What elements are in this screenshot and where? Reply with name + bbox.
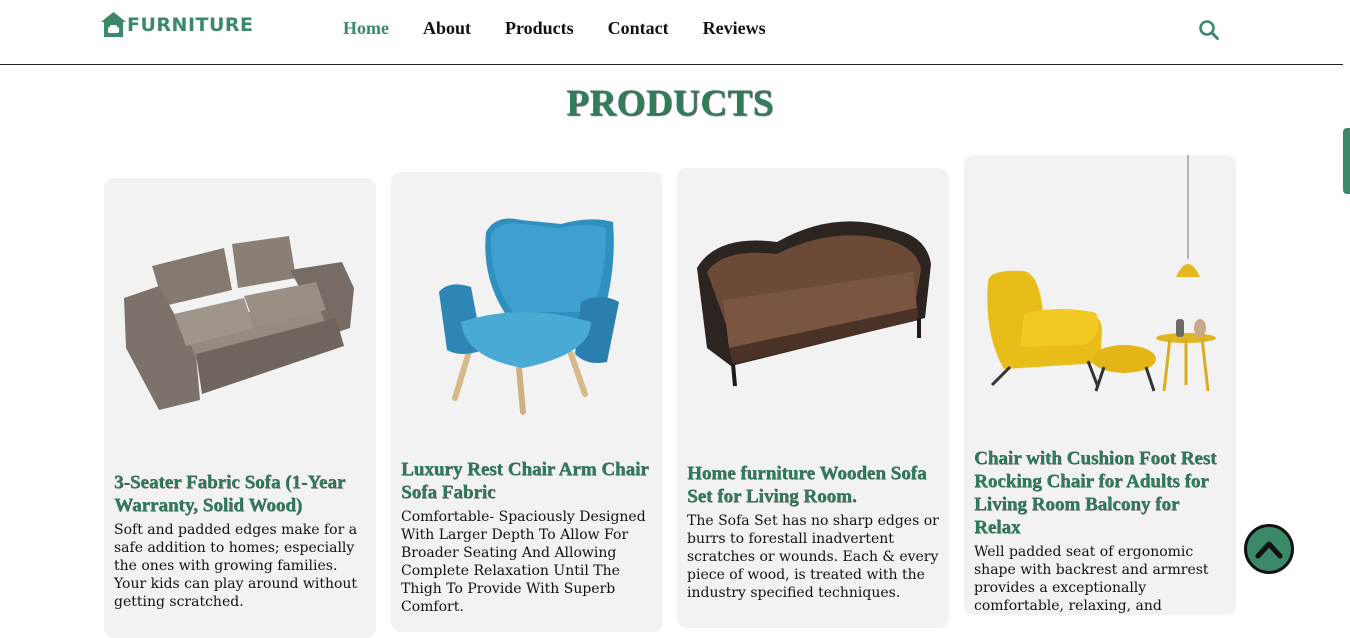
nav-home[interactable]: Home [343, 18, 389, 39]
brand-logo[interactable]: FURNITURE [100, 11, 254, 38]
nav-reviews[interactable]: Reviews [703, 18, 766, 39]
product-title: 3-Seater Fabric Sofa (1-Year Warranty, S… [114, 472, 345, 516]
product-image-yellow-chair [964, 155, 1236, 425]
product-image-brown-sofa [677, 168, 949, 438]
product-card[interactable]: 3-Seater Fabric Sofa (1-Year Warranty, S… [104, 178, 376, 638]
product-image-blue-armchair [391, 172, 663, 442]
product-card[interactable]: Chair with Cushion Foot Rest Rocking Cha… [964, 155, 1236, 615]
product-image-grey-sofa [104, 178, 376, 448]
search-icon[interactable] [1198, 19, 1220, 45]
product-description: Comfortable- Spaciously Designed With La… [401, 509, 646, 615]
section-title: PRODUCTS [566, 83, 774, 124]
product-description: Well padded seat of ergonomic shape with… [974, 544, 1209, 614]
nav-products[interactable]: Products [505, 18, 574, 39]
product-title: Home furniture Wooden Sofa Set for Livin… [687, 463, 927, 507]
house-icon [101, 12, 126, 37]
main-nav: Home About Products Contact Reviews [343, 18, 766, 39]
product-title: Chair with Cushion Foot Rest Rocking Cha… [974, 448, 1217, 538]
chevron-up-icon [1255, 541, 1283, 559]
product-title: Luxury Rest Chair Arm Chair Sofa Fabric [401, 459, 649, 503]
product-description: The Sofa Set has no sharp edges or burrs… [687, 513, 939, 601]
product-description: Soft and padded edges make for a safe ad… [114, 522, 358, 610]
scrollbar-thumb[interactable] [1343, 128, 1350, 194]
navbar: FURNITURE Home About Products Contact Re… [0, 0, 1343, 65]
nav-contact[interactable]: Contact [608, 18, 669, 39]
product-card[interactable]: Home furniture Wooden Sofa Set for Livin… [677, 168, 949, 628]
product-card[interactable]: Luxury Rest Chair Arm Chair Sofa Fabric … [391, 172, 663, 632]
nav-about[interactable]: About [423, 18, 471, 39]
back-to-top-button[interactable] [1244, 524, 1294, 574]
brand-name: FURNITURE [127, 13, 254, 36]
